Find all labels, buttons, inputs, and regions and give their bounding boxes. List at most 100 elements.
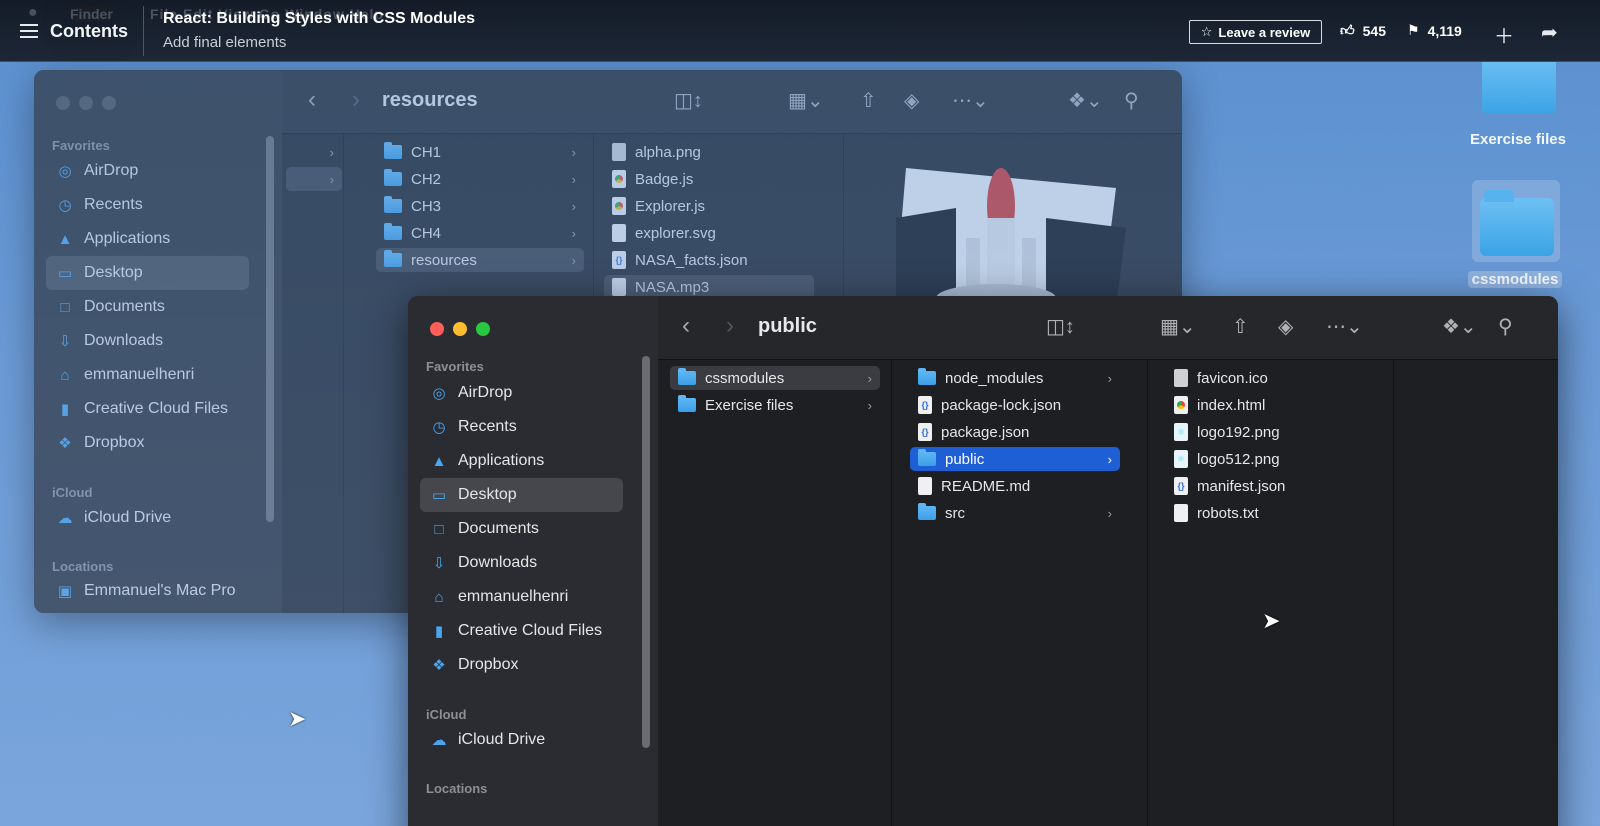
sidebar-item-airdrop[interactable]: ◎ AirDrop (420, 376, 623, 410)
list-item[interactable]: {} package.json (910, 420, 1120, 444)
list-item-label: alpha.png (635, 143, 701, 161)
column-browser: cssmodules › Exercise files › node_modules… (658, 360, 1558, 826)
add-icon[interactable]: ＋ (1494, 20, 1514, 49)
list-item[interactable]: CH1 › (376, 140, 584, 164)
sidebar-item-icloud-drive[interactable]: ☁ iCloud Drive (46, 501, 249, 535)
folder-icon (678, 368, 696, 385)
list-item[interactable]: Exercise files › (670, 393, 880, 417)
column-parent: › › (282, 134, 344, 613)
list-item[interactable]: cssmodules › (670, 366, 880, 390)
list-item[interactable]: CH2 › (376, 167, 584, 191)
list-item[interactable]: favicon.ico (1166, 366, 1376, 390)
finder-window-public[interactable]: Favorites ◎ AirDrop ◷ Recents ▲ Application… (408, 296, 1558, 826)
list-item[interactable]: node_modules › (910, 366, 1120, 390)
desktop-item-exercise-files[interactable]: Exercise files (1458, 131, 1578, 148)
more-icon[interactable]: ⋯⌄ (1326, 314, 1363, 339)
desktop-folder-icon[interactable] (1480, 190, 1554, 256)
group-icon[interactable]: ▦⌄ (788, 88, 824, 113)
sidebar-item-documents[interactable]: □ Documents (46, 290, 249, 324)
list-item[interactable]: CH3 › (376, 194, 584, 218)
sidebar-item-mac-pro[interactable]: ▣ Emmanuel's Mac Pro (46, 574, 249, 608)
more-icon[interactable]: ⋯⌄ (952, 88, 989, 113)
list-item[interactable]: {} manifest.json (1166, 474, 1376, 498)
share-icon[interactable]: ⇧ (1232, 314, 1249, 339)
sidebar-item-creative-cloud[interactable]: ▮ Creative Cloud Files (420, 614, 623, 648)
list-item[interactable]: › (286, 140, 342, 164)
desktop-folder-icon[interactable] (1482, 48, 1556, 114)
like-button[interactable]: 👍︎ 545 (1340, 22, 1386, 39)
sidebar-item-dropbox[interactable]: ❖ Dropbox (46, 426, 249, 460)
search-icon[interactable]: ⚲ (1498, 314, 1513, 339)
list-item[interactable]: README.md (910, 474, 1120, 498)
sidebar-item-desktop[interactable]: ▭ Desktop (420, 478, 623, 512)
column-view-icon[interactable]: ◫↕ (1046, 314, 1075, 339)
zoom-button[interactable] (476, 322, 490, 336)
sidebar-item-home[interactable]: ⌂ emmanuelhenri (420, 580, 623, 614)
window-controls[interactable] (430, 322, 490, 336)
share-icon[interactable]: ⇧ (860, 88, 877, 113)
list-item[interactable]: resources › (376, 248, 584, 272)
forward-arrow-icon[interactable]: › (726, 312, 734, 340)
sidebar-item-applications[interactable]: ▲ Applications (420, 444, 623, 478)
react-logo-file-icon: ⚛ (1174, 423, 1188, 441)
back-arrow-icon[interactable]: ‹ (682, 312, 690, 340)
list-item[interactable]: {} package-lock.json (910, 393, 1120, 417)
back-arrow-icon[interactable]: ‹ (308, 86, 316, 114)
list-item[interactable]: index.html (1166, 393, 1376, 417)
leave-review-button[interactable]: ☆ Leave a review (1189, 20, 1322, 44)
sidebar-item-downloads[interactable]: ⇩ Downloads (420, 546, 623, 580)
header-divider (143, 6, 144, 56)
sidebar-item-creative-cloud[interactable]: ▮ Creative Cloud Files (46, 392, 249, 426)
desktop-item-cssmodules[interactable]: cssmodules (1468, 271, 1562, 288)
list-item[interactable]: alpha.png (604, 140, 814, 164)
contents-button[interactable]: Contents (20, 16, 128, 46)
sidebar-item-applications[interactable]: ▲ Applications (46, 222, 249, 256)
column-desktop: cssmodules › Exercise files › (658, 360, 892, 826)
sidebar-item-desktop[interactable]: ▭ Desktop (46, 256, 249, 290)
dropbox-icon[interactable]: ❖⌄ (1068, 88, 1103, 113)
list-item[interactable]: Badge.js (604, 167, 814, 191)
mouse-cursor-icon: ➤ (288, 706, 307, 731)
forward-arrow-icon[interactable]: › (352, 86, 360, 114)
window-path-title: resources (382, 89, 478, 111)
list-item[interactable]: ⚛ logo512.png (1166, 447, 1376, 471)
minimize-button[interactable] (453, 322, 467, 336)
column-view-icon[interactable]: ◫↕ (674, 88, 703, 113)
list-item-label: resources (411, 251, 477, 269)
list-item[interactable]: › (286, 167, 342, 191)
list-item[interactable]: CH4 › (376, 221, 584, 245)
tag-icon[interactable]: ◈ (904, 88, 919, 113)
sidebar-scrollbar[interactable] (266, 136, 274, 522)
sidebar-item-downloads[interactable]: ⇩ Downloads (46, 324, 249, 358)
window-controls[interactable] (56, 96, 116, 110)
list-item[interactable]: explorer.svg (604, 221, 814, 245)
tag-icon[interactable]: ◈ (1278, 314, 1293, 339)
list-item[interactable]: public › (910, 447, 1120, 471)
sidebar-item-airdrop[interactable]: ◎ AirDrop (46, 154, 249, 188)
sidebar-item-recents[interactable]: ◷ Recents (46, 188, 249, 222)
close-button[interactable] (430, 322, 444, 336)
list-item-label: logo192.png (1197, 423, 1280, 441)
search-icon[interactable]: ⚲ (1124, 88, 1139, 113)
sidebar-item-documents[interactable]: □ Documents (420, 512, 623, 546)
save-button[interactable]: ⚑ 4,119 (1407, 22, 1462, 39)
computer-icon: ▣ (57, 583, 73, 600)
group-icon[interactable]: ▦⌄ (1160, 314, 1196, 339)
sidebar-item-dropbox[interactable]: ❖ Dropbox (420, 648, 623, 682)
sidebar-item-label: Recents (458, 418, 517, 435)
dropbox-icon[interactable]: ❖⌄ (1442, 314, 1477, 339)
list-item[interactable]: Explorer.js (604, 194, 814, 218)
sidebar-item-home[interactable]: ⌂ emmanuelhenri (46, 358, 249, 392)
share-icon[interactable]: ➦ (1541, 20, 1558, 45)
sidebar-scrollbar[interactable] (642, 356, 650, 748)
list-item[interactable]: robots.txt (1166, 501, 1376, 525)
download-icon: ⇩ (432, 555, 446, 572)
list-item[interactable]: ⚛ logo192.png (1166, 420, 1376, 444)
sidebar-item-icloud-drive[interactable]: ☁ iCloud Drive (420, 723, 623, 757)
list-item[interactable]: {} NASA_facts.json (604, 248, 814, 272)
js-file-icon (612, 197, 626, 215)
list-item[interactable]: src › (910, 501, 1120, 525)
thumbs-up-icon: 👍︎ (1340, 22, 1355, 38)
sidebar-item-recents[interactable]: ◷ Recents (420, 410, 623, 444)
toolbar: ‹ › resources ◫↕ ▦⌄ ⇧ ◈ ⋯⌄ ❖⌄ ⚲ (282, 70, 1182, 134)
